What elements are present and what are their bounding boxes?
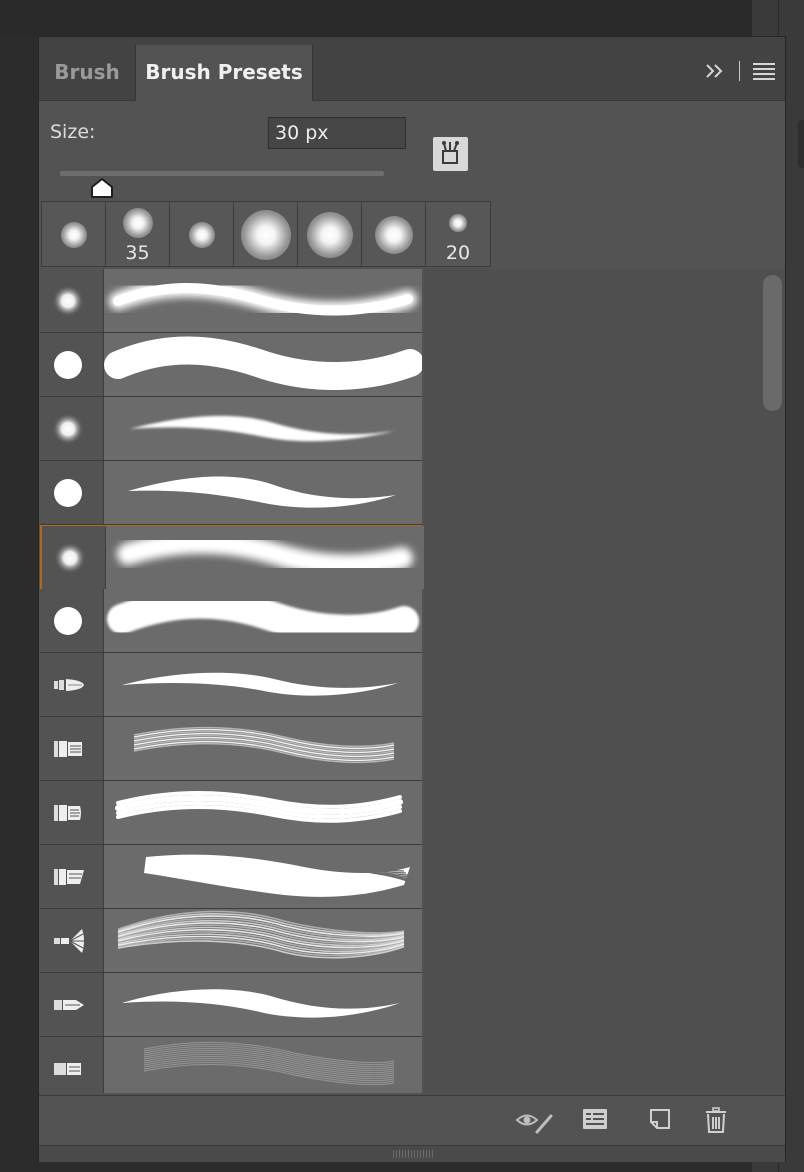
stroke-preview (104, 717, 422, 780)
hamburger-menu-icon[interactable] (753, 63, 775, 80)
brush-size-label: 20 (445, 242, 471, 264)
brush-size-label: 35 (125, 242, 150, 264)
scrollbar-thumb[interactable] (763, 275, 782, 411)
double-chevron-right-icon[interactable] (703, 59, 727, 83)
round-bristle-tip-icon (40, 653, 104, 716)
flat-bristle-small-tip-icon (40, 781, 104, 844)
soft-round-tip-icon (123, 208, 153, 238)
stroke-preview (104, 269, 422, 332)
brush-preset-row[interactable] (40, 588, 422, 653)
size-slider-track[interactable] (60, 171, 384, 176)
stroke-preview (104, 781, 422, 844)
brush-preset-row[interactable] (40, 653, 422, 717)
preset-list-empty-area (424, 269, 785, 1093)
fan-bristle-tip-icon (40, 909, 104, 972)
tab-brush[interactable]: Brush (39, 45, 136, 100)
recent-brush-4[interactable] (234, 202, 298, 266)
stroke-preview (106, 526, 424, 589)
soft-round-tip-icon (40, 397, 104, 460)
recent-brush-6[interactable] (362, 202, 426, 266)
brush-preset-row[interactable] (40, 269, 422, 333)
point-bristle-tip-icon (40, 973, 104, 1036)
soft-round-tip-icon (61, 222, 87, 248)
size-label: Size: (50, 121, 96, 143)
tab-brush-presets[interactable]: Brush Presets (136, 45, 313, 101)
toggle-live-tip-preview-icon[interactable] (515, 1106, 553, 1136)
soft-round-tip-icon (375, 216, 413, 254)
tab-separator (739, 61, 740, 81)
recent-brushes-strip: 35 20 (41, 201, 491, 267)
size-slider-thumb[interactable] (90, 177, 114, 199)
dock-handle[interactable] (798, 120, 804, 168)
recent-brush-1[interactable] (42, 202, 106, 266)
stroke-preview (104, 909, 422, 972)
flat-blunt-tip-icon (40, 1037, 104, 1093)
flat-bristle-tip-icon (40, 717, 104, 780)
soft-round-tip-icon (307, 212, 353, 258)
soft-round-tip-icon (449, 214, 467, 232)
soft-round-tip-icon (241, 210, 291, 260)
soft-round-tip-icon (42, 526, 106, 589)
workspace-background (0, 0, 752, 36)
hard-round-tip-icon (40, 589, 104, 652)
new-preset-icon[interactable] (647, 1106, 677, 1136)
brush-preset-row[interactable] (40, 525, 424, 589)
panel-resize-grip[interactable] (39, 1145, 785, 1162)
brush-preset-row[interactable] (40, 397, 422, 461)
delete-icon[interactable] (703, 1106, 733, 1136)
brush-preset-row[interactable] (40, 1037, 422, 1093)
stroke-preview (104, 653, 422, 716)
recent-brush-3[interactable] (170, 202, 234, 266)
brush-preset-row[interactable] (40, 333, 424, 397)
brush-preset-row[interactable] (40, 717, 422, 781)
stroke-preview (104, 333, 424, 396)
soft-round-tip-icon (189, 222, 215, 248)
stroke-preview (104, 1037, 422, 1093)
hard-round-tip-icon (40, 333, 104, 396)
angled-bristle-tip-icon (40, 845, 104, 908)
stroke-preview (104, 461, 422, 524)
recent-brush-2[interactable]: 35 (106, 202, 170, 266)
brush-preset-manager-icon[interactable] (433, 137, 468, 171)
brush-preset-row[interactable] (40, 461, 422, 525)
brush-panel-icon[interactable] (581, 1106, 611, 1136)
brush-preset-row[interactable] (40, 845, 422, 909)
hard-round-tip-icon (40, 461, 104, 524)
soft-round-tip-icon (40, 269, 104, 332)
brush-presets-panel: Brush Brush Presets Size: 30 px 35 20 (38, 36, 786, 1162)
panel-footer (39, 1095, 785, 1146)
stroke-preview (104, 397, 422, 460)
stroke-preview (104, 845, 422, 908)
brush-preset-row[interactable] (40, 909, 422, 973)
brush-preset-list (40, 269, 424, 1093)
panel-tab-bar: Brush Brush Presets (39, 37, 785, 101)
recent-brush-5[interactable] (298, 202, 362, 266)
stroke-preview (104, 973, 422, 1036)
stroke-preview (104, 588, 422, 652)
brush-preset-row[interactable] (40, 973, 422, 1037)
brush-preset-row[interactable] (40, 781, 422, 845)
recent-brush-7[interactable]: 20 (426, 202, 490, 266)
size-input[interactable]: 30 px (268, 117, 406, 149)
